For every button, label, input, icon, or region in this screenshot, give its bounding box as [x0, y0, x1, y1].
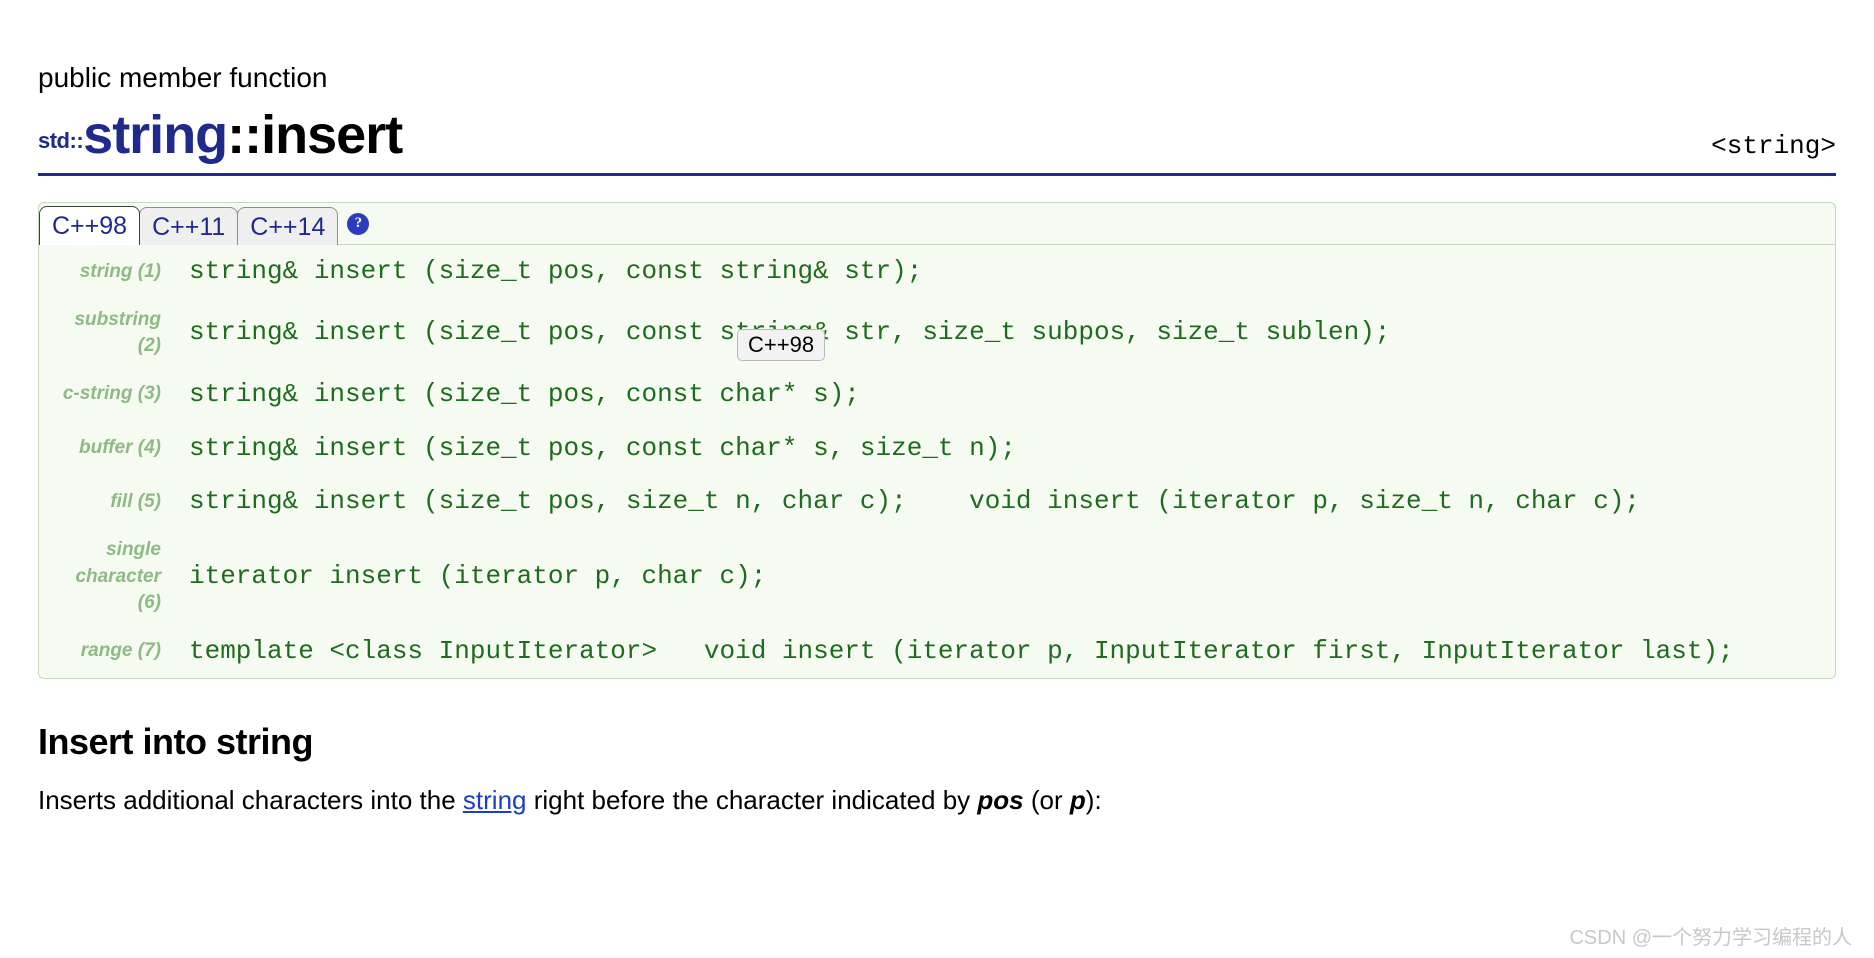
- overload-label: fill (5): [39, 475, 179, 529]
- overload-label: substring (2): [39, 299, 179, 368]
- title-member: insert: [261, 108, 402, 162]
- overload-signature: iterator insert (iterator p, char c);: [179, 529, 1835, 625]
- body-between: (or: [1024, 785, 1070, 815]
- classification-label: public member function: [38, 62, 1836, 94]
- overload-label: range (7): [39, 625, 179, 679]
- body-mid: right before the character indicated by: [526, 785, 977, 815]
- overload-row: range (7) template <class InputIterator>…: [39, 625, 1835, 679]
- body-pre: Inserts additional characters into the: [38, 785, 463, 815]
- body-em2: p: [1070, 785, 1086, 815]
- title-namespace: std::: [38, 128, 83, 162]
- overload-row: c-string (3) string& insert (size_t pos,…: [39, 368, 1835, 422]
- header-tag: <string>: [1711, 131, 1836, 167]
- overload-row: fill (5) string& insert (size_t pos, siz…: [39, 475, 1835, 529]
- overload-label: single character (6): [39, 529, 179, 625]
- tabs-bar: C++98 C++11 C++14 ?: [39, 203, 1835, 245]
- body-em1: pos: [977, 785, 1023, 815]
- tab-cpp11[interactable]: C++11: [139, 207, 238, 245]
- section-heading: Insert into string: [38, 721, 1836, 763]
- overload-row: string (1) string& insert (size_t pos, c…: [39, 245, 1835, 299]
- overload-table: string (1) string& insert (size_t pos, c…: [39, 245, 1835, 678]
- tooltip: C++98: [737, 329, 825, 361]
- overload-label: string (1): [39, 245, 179, 299]
- tab-cpp14[interactable]: C++14: [237, 207, 338, 245]
- overload-row: buffer (4) string& insert (size_t pos, c…: [39, 422, 1835, 476]
- help-icon[interactable]: ?: [347, 213, 369, 235]
- prototype-box: C++98 C++11 C++14 ? string (1) string& i…: [38, 202, 1836, 679]
- overload-label: buffer (4): [39, 422, 179, 476]
- overload-signature: string& insert (size_t pos, const char* …: [179, 422, 1835, 476]
- title-separator: ::: [227, 108, 261, 162]
- body-post: ):: [1086, 785, 1102, 815]
- page-root: public member function std:: string :: i…: [0, 0, 1874, 958]
- overload-label: c-string (3): [39, 368, 179, 422]
- string-link[interactable]: string: [463, 785, 527, 815]
- tab-cpp98[interactable]: C++98: [39, 206, 140, 245]
- overload-signature: string& insert (size_t pos, const string…: [179, 299, 1835, 368]
- overload-signature: string& insert (size_t pos, const string…: [179, 245, 1835, 299]
- overload-row: substring (2) string& insert (size_t pos…: [39, 299, 1835, 368]
- watermark: CSDN @一个努力学习编程的人: [1569, 921, 1852, 950]
- overload-signature: string& insert (size_t pos, size_t n, ch…: [179, 475, 1835, 529]
- overload-signature: template <class InputIterator> void inse…: [179, 625, 1835, 679]
- title-row: std:: string :: insert <string>: [38, 108, 1836, 176]
- title-left: std:: string :: insert: [38, 108, 402, 162]
- overload-signature: string& insert (size_t pos, const char* …: [179, 368, 1835, 422]
- overload-row: single character (6) iterator insert (it…: [39, 529, 1835, 625]
- body-paragraph: Inserts additional characters into the s…: [38, 781, 1836, 820]
- title-class-link[interactable]: string: [83, 108, 227, 162]
